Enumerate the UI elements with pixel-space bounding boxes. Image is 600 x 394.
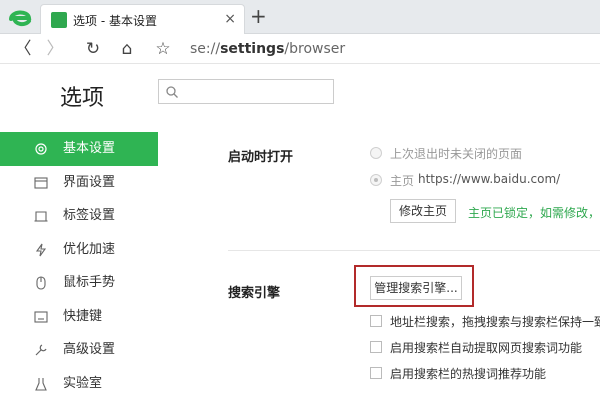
address-bar[interactable]: se://settings/browser xyxy=(190,38,600,60)
sidebar-item-label: 快捷键 xyxy=(63,308,103,324)
tab-settings[interactable]: 选项 - 基本设置 × xyxy=(40,4,245,34)
lightning-icon xyxy=(35,243,47,256)
search-engine-label: 搜索引擎 xyxy=(228,286,281,301)
address-host: settings xyxy=(220,41,285,57)
home-button[interactable]: ⌂ xyxy=(116,38,138,60)
section-divider xyxy=(228,250,600,251)
homepage-locked-note[interactable]: 主页已锁定，如需修改，请 xyxy=(468,204,600,221)
sidebar-item-label: 基本设置 xyxy=(63,141,116,156)
settings-gear-icon xyxy=(35,143,47,155)
browser-logo-icon[interactable] xyxy=(6,4,34,32)
search-sync-checkbox[interactable] xyxy=(370,315,382,327)
settings-content: 启动时打开 上次退出时未关闭的页面 主页 https://www.baidu.c… xyxy=(158,112,600,394)
settings-favicon-icon xyxy=(51,12,67,28)
startup-homepage-radio[interactable] xyxy=(370,174,382,186)
address-scheme: se:// xyxy=(190,41,221,57)
window-icon xyxy=(34,176,48,189)
sidebar-item-advanced[interactable]: 高级设置 xyxy=(0,333,158,367)
hot-words-checkbox[interactable] xyxy=(370,367,382,379)
sidebar-item-label: 优化加速 xyxy=(63,241,116,257)
new-tab-button[interactable]: + xyxy=(250,5,267,27)
tab-icon xyxy=(34,211,48,222)
tab-strip: 选项 - 基本设置 × + xyxy=(0,0,600,34)
auto-extract-label: 启用搜索栏自动提取网页搜索词功能 xyxy=(390,341,583,355)
sidebar-item-mouse-gesture[interactable]: 鼠标手势 xyxy=(0,266,158,300)
modify-homepage-button[interactable]: 修改主页 xyxy=(390,199,456,223)
startup-label: 启动时打开 xyxy=(228,150,294,165)
startup-last-session-label: 上次退出时未关闭的页面 xyxy=(390,147,523,161)
sidebar-item-interface[interactable]: 界面设置 xyxy=(0,166,158,200)
sidebar-item-label: 高级设置 xyxy=(63,342,116,357)
sidebar-item-label: 界面设置 xyxy=(63,174,116,190)
settings-sidebar: 基本设置 界面设置 标签设置 优化加速 鼠标手势 快捷键 高级设置 实验室 xyxy=(0,132,158,394)
search-icon xyxy=(166,86,178,98)
tab-close-icon[interactable]: × xyxy=(224,11,236,27)
flask-icon xyxy=(35,377,47,391)
hot-words-label: 启用搜索栏的热搜词推荐功能 xyxy=(390,367,547,381)
reload-button[interactable]: ↻ xyxy=(82,38,104,60)
startup-homepage-url: https://www.baidu.com/ xyxy=(418,172,561,186)
startup-last-session-radio[interactable] xyxy=(370,147,382,159)
sidebar-item-optimize[interactable]: 优化加速 xyxy=(0,233,158,267)
mouse-icon xyxy=(36,276,46,290)
startup-homepage-label: 主页 xyxy=(390,174,415,188)
back-button[interactable]: 〈 xyxy=(12,38,34,60)
navigation-bar: 〈 〉 ↻ ⌂ ☆ se://settings/browser xyxy=(0,34,600,64)
sidebar-item-basic[interactable]: 基本设置 xyxy=(0,132,158,166)
address-path: /browser xyxy=(284,41,346,57)
manage-search-engines-button[interactable]: 管理搜索引擎... xyxy=(370,276,462,300)
bookmark-star-icon[interactable]: ☆ xyxy=(152,38,174,60)
page-title: 选项 xyxy=(60,86,105,111)
keyboard-icon xyxy=(34,310,48,323)
sidebar-item-label: 标签设置 xyxy=(63,208,116,223)
auto-extract-checkbox[interactable] xyxy=(370,341,382,353)
sidebar-item-tabs[interactable]: 标签设置 xyxy=(0,199,158,233)
sidebar-item-lab[interactable]: 实验室 xyxy=(0,367,158,394)
wrench-icon xyxy=(35,344,47,356)
settings-search-input[interactable] xyxy=(158,79,334,104)
tab-title: 选项 - 基本设置 xyxy=(73,14,157,28)
sidebar-item-label: 鼠标手势 xyxy=(63,275,116,290)
sidebar-item-label: 实验室 xyxy=(63,375,103,391)
forward-button[interactable]: 〉 xyxy=(44,38,66,60)
search-sync-label: 地址栏搜索，拖拽搜索与搜索栏保持一致 xyxy=(390,315,600,329)
sidebar-item-shortcuts[interactable]: 快捷键 xyxy=(0,300,158,334)
